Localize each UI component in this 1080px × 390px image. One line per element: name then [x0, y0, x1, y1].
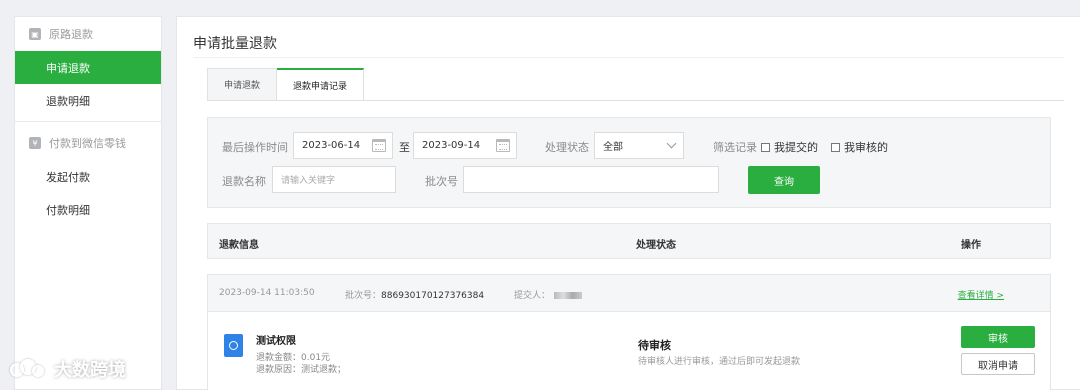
batch-no-input[interactable] — [463, 166, 719, 193]
refund-name: 测试权限 — [256, 336, 296, 347]
last-op-time-label: 最后操作时间 — [222, 141, 288, 154]
sidebar-item-payment-details[interactable]: 付款明细 — [15, 193, 161, 226]
redacted-submitter — [554, 292, 583, 299]
column-header-actions: 操作 — [961, 240, 981, 251]
chevron-down-icon — [666, 138, 677, 149]
date-range-separator: 至 — [399, 141, 410, 154]
approve-button[interactable]: 审核 — [961, 326, 1035, 348]
table-row-header: 2023-09-14 11:03:50 批次号：8869301701273763… — [207, 274, 1051, 312]
sidebar-group-label: 付款到微信零钱 — [49, 137, 126, 150]
title-divider — [193, 57, 1064, 58]
calendar-icon[interactable] — [496, 139, 510, 152]
watermark-text: 大数跨境 — [54, 360, 126, 381]
sidebar-divider — [15, 121, 161, 122]
sidebar-item-refund-details[interactable]: 退款明细 — [15, 84, 161, 117]
calendar-icon[interactable] — [372, 139, 386, 152]
column-header-status: 处理状态 — [636, 240, 676, 251]
tab-bar: 申请退款 退款申请记录 — [207, 68, 365, 101]
table-row: 测试权限 退款金额：0.01元 退款原因：测试退款； 待审核 待审核人进行审核，… — [207, 312, 1051, 390]
date-to-value: 2023-09-14 — [422, 140, 481, 151]
submitted-by-me-checkbox[interactable]: 我提交的 — [761, 139, 818, 155]
query-button[interactable]: 查询 — [748, 166, 820, 194]
view-details-link[interactable]: 查看详情 > — [958, 288, 1004, 301]
row-submitter: 提交人： — [514, 288, 583, 301]
refund-name-input[interactable]: 请输入关键字 — [272, 166, 396, 193]
refund-name-label: 退款名称 — [222, 175, 266, 188]
status-select[interactable]: 全部 — [594, 132, 684, 159]
sidebar-group-label: 原路退款 — [49, 28, 93, 41]
table-header: 退款信息 处理状态 操作 — [207, 223, 1051, 259]
row-batch: 批次号：886930170127376384 — [345, 288, 484, 301]
date-from-input[interactable]: 2023-06-14 — [293, 132, 393, 159]
checkbox-label: 我审核的 — [844, 141, 888, 154]
wallet-icon: ¥ — [29, 137, 41, 149]
checkbox-box[interactable] — [831, 142, 840, 152]
sidebar-item-apply-refund[interactable]: 申请退款 — [15, 51, 161, 84]
refund-icon: ▣ — [29, 28, 41, 40]
sidebar-item-initiate-payment[interactable]: 发起付款 — [15, 160, 161, 193]
watermark: 大数跨境 — [8, 356, 126, 382]
status-select-value: 全部 — [603, 142, 623, 153]
column-header-refund-info: 退款信息 — [219, 240, 259, 251]
status-description: 待审核人进行审核，通过后即可发起退款 — [638, 357, 801, 367]
row-time: 2023-09-14 11:03:50 — [219, 288, 315, 298]
tab-apply-refund[interactable]: 申请退款 — [207, 68, 278, 101]
sidebar-group-payment: ¥ 付款到微信零钱 — [15, 126, 161, 160]
status-label: 处理状态 — [545, 141, 589, 154]
checkbox-box[interactable] — [761, 142, 770, 152]
tabs-divider — [207, 100, 1064, 101]
date-from-value: 2023-06-14 — [302, 140, 361, 151]
sidebar-group-refund: ▣ 原路退款 — [15, 17, 161, 51]
cancel-application-button[interactable]: 取消申请 — [961, 353, 1035, 375]
sidebar: ▣ 原路退款 申请退款 退款明细 ¥ 付款到微信零钱 发起付款 付款明细 — [14, 16, 162, 390]
batch-number: 886930170127376384 — [381, 291, 485, 301]
watermark-logo-icon — [8, 357, 48, 381]
date-to-input[interactable]: 2023-09-14 — [413, 132, 517, 159]
submitter-label: 提交人： — [514, 291, 551, 301]
page-title: 申请批量退款 — [193, 36, 277, 52]
document-user-icon — [224, 334, 243, 357]
filter-records-label: 筛选记录 — [713, 141, 757, 154]
reviewed-by-me-checkbox[interactable]: 我审核的 — [831, 139, 888, 155]
filter-panel: 最后操作时间 2023-06-14 至 2023-09-14 处理状态 全部 筛… — [207, 117, 1051, 208]
main-panel: 申请批量退款 申请退款 退款申请记录 最后操作时间 2023-06-14 至 2… — [176, 16, 1080, 390]
checkbox-label: 我提交的 — [774, 141, 818, 154]
tab-refund-records[interactable]: 退款申请记录 — [277, 68, 365, 101]
refund-reason: 退款原因：测试退款； — [256, 365, 347, 375]
batch-no-label: 批次号 — [425, 175, 458, 188]
batch-label: 批次号： — [345, 291, 382, 301]
status-text: 待审核 — [638, 339, 671, 352]
